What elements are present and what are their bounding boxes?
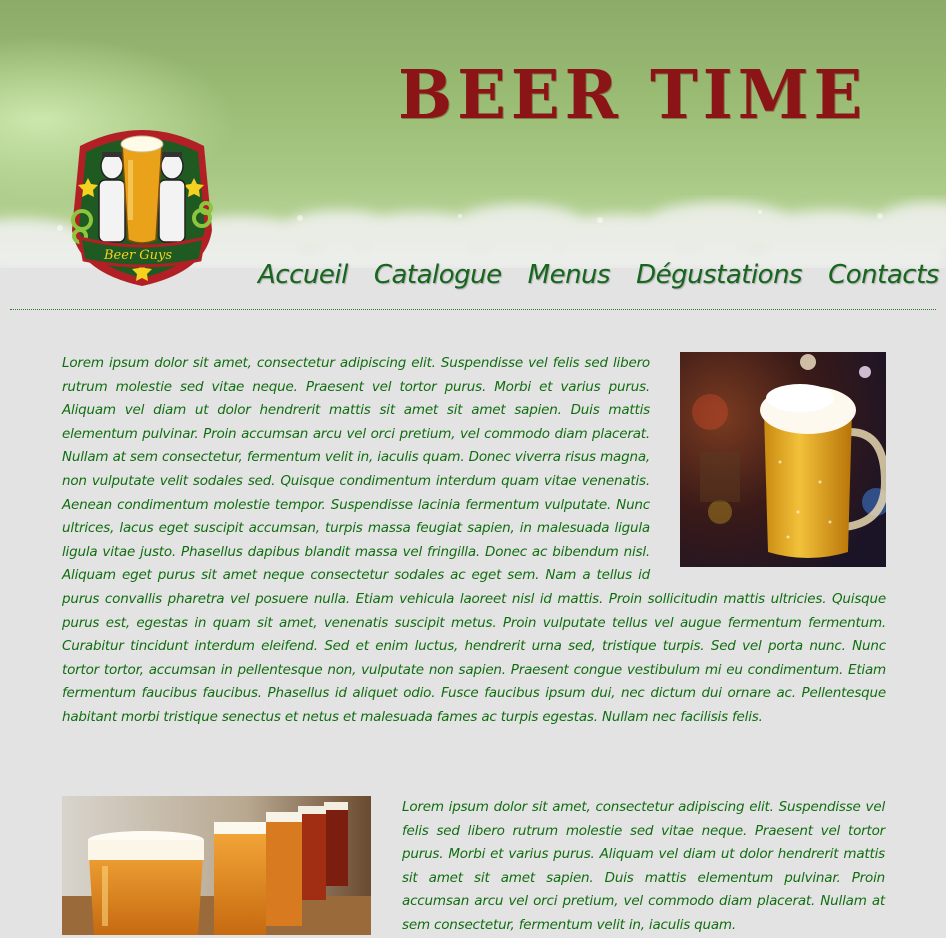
logo-text: Beer Guys <box>104 248 173 263</box>
paragraph-2: Lorem ipsum dolor sit amet, consectetur … <box>402 799 885 933</box>
header-divider <box>10 309 936 310</box>
content-section-2: Lorem ipsum dolor sit amet, consectetur … <box>402 796 885 938</box>
site-title: BEER TIME <box>398 56 868 135</box>
content-section-1: Lorem ipsum dolor sit amet, consectetur … <box>62 352 886 730</box>
site-header: BEER TIME Beer Guys Accueil Catalogue Me… <box>0 0 946 310</box>
main-nav: Accueil Catalogue Menus Dégustations Con… <box>258 260 939 290</box>
nav-item-catalogue[interactable]: Catalogue <box>374 260 502 290</box>
nav-item-accueil[interactable]: Accueil <box>258 260 348 290</box>
nav-item-menus[interactable]: Menus <box>528 260 611 290</box>
nav-item-degustations[interactable]: Dégustations <box>636 260 803 290</box>
beer-mug-photo-icon <box>680 352 886 567</box>
nav-item-contacts[interactable]: Contacts <box>828 260 939 290</box>
beer-glasses-photo-icon <box>62 796 371 935</box>
beer-guys-logo-icon[interactable] <box>66 120 218 290</box>
